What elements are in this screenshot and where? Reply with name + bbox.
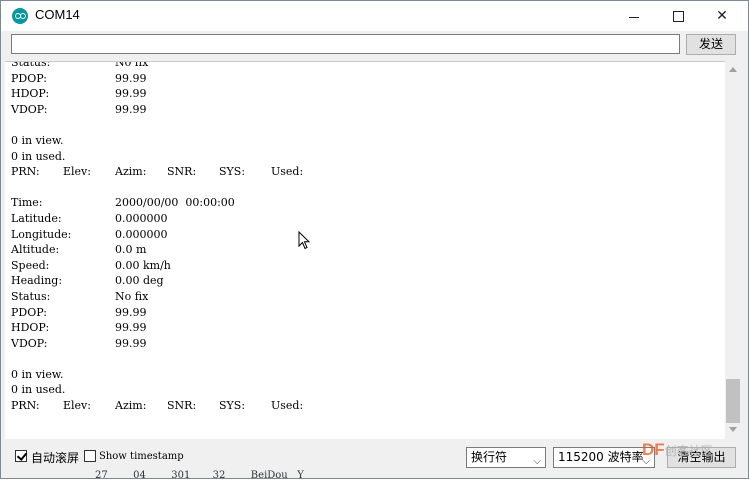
output-line: Time: 2000/00/00 00:00:00 xyxy=(11,196,711,212)
timestamp-label[interactable]: Show timestamp xyxy=(99,451,184,462)
output-line: Altitude: 0.0 m xyxy=(11,243,711,259)
field-value: 0.00 deg xyxy=(115,274,164,288)
satellite-header-cell: Azim: xyxy=(115,399,147,413)
output-line: VDOP: 99.99 xyxy=(11,337,711,353)
output-line: Speed: 0.00 km/h xyxy=(11,259,711,275)
satellite-header-cell: Elev: xyxy=(63,165,91,179)
output-line: Status: No fix xyxy=(11,290,711,306)
satellite-header-cell: SYS: xyxy=(219,399,246,413)
output-line: Heading: 0.00 deg xyxy=(11,274,711,290)
field-label: Heading: xyxy=(11,274,63,288)
field-label: Status: xyxy=(11,289,51,303)
field-label: HDOP: xyxy=(11,87,50,101)
dfrobot-watermark: DF创客社区 xyxy=(642,440,713,460)
field-label: Status: xyxy=(11,61,51,69)
watermark-brand: DF xyxy=(642,440,665,459)
field-value: No fix xyxy=(115,289,149,303)
field-label: Altitude: xyxy=(11,243,60,257)
output-lines: Status: No fix PDOP: 99.99 HDOP: 99.99 VDOP: 99… xyxy=(11,61,711,415)
satellite-header-cell: SNR: xyxy=(167,165,197,179)
output-line: HDOP: 99.99 xyxy=(11,87,711,103)
minimize-icon xyxy=(629,16,639,18)
satellite-header-cell: Azim: xyxy=(115,165,147,179)
line-ending-value: 换行符 xyxy=(471,450,508,464)
maximize-button[interactable] xyxy=(655,1,701,31)
field-label: 0 in view. xyxy=(11,133,64,147)
field-label: HDOP: xyxy=(11,321,50,335)
satellite-header-cell: SYS: xyxy=(219,165,246,179)
chevron-down-icon: ⌵ xyxy=(533,456,541,467)
line-ending-select[interactable]: 换行符 ⌵ xyxy=(466,447,546,468)
field-value: 0.0 m xyxy=(115,243,147,257)
field-label: Speed: xyxy=(11,258,50,272)
scroll-down-icon[interactable] xyxy=(729,427,737,432)
title-bar[interactable]: COM14 ✕ xyxy=(1,1,748,31)
serial-monitor-window: COM14 ✕ 发送 Status: No fix PDOP: 99.99 HDOP: 9… xyxy=(0,0,749,479)
field-value: 2000/00/00 00:00:00 xyxy=(115,196,235,210)
field-label: PDOP: xyxy=(11,305,47,319)
field-label: Time: xyxy=(11,196,43,210)
output-line: 0 in used. xyxy=(11,150,711,166)
field-value: 99.99 xyxy=(115,336,147,350)
output-line: Latitude: 0.000000 xyxy=(11,212,711,228)
autoscroll-checkbox[interactable] xyxy=(15,450,27,462)
satellite-header-cell: Used: xyxy=(271,399,304,413)
field-label: VDOP: xyxy=(11,336,48,350)
field-label: Latitude: xyxy=(11,211,62,225)
output-line: PRN: Elev: Azim: SNR: SYS: Used: xyxy=(11,165,711,181)
field-value: 99.99 xyxy=(115,305,147,319)
minimize-button[interactable] xyxy=(611,1,657,31)
field-label: 0 in used. xyxy=(11,149,66,163)
close-button[interactable]: ✕ xyxy=(699,1,745,31)
window-title: COM14 xyxy=(35,7,80,22)
watermark-text: 创客社区 xyxy=(664,444,713,458)
timestamp-checkbox[interactable] xyxy=(84,450,96,462)
field-label: Longitude: xyxy=(11,227,72,241)
field-label: VDOP: xyxy=(11,102,48,116)
scrollbar-thumb[interactable] xyxy=(726,379,740,423)
output-line: 0 in view. xyxy=(11,134,711,150)
field-label: 0 in view. xyxy=(11,367,64,381)
field-value: 99.99 xyxy=(115,87,147,101)
arduino-icon xyxy=(12,8,28,24)
satellite-header-cell: SNR: xyxy=(167,399,197,413)
field-label: 0 in used. xyxy=(11,383,66,397)
vertical-scrollbar[interactable] xyxy=(725,61,742,438)
field-value: 0.000000 xyxy=(115,211,168,225)
output-line: Status: No fix xyxy=(11,61,711,72)
satellite-header-cell: PRN: xyxy=(11,165,40,179)
output-line: PRN: Elev: Azim: SNR: SYS: Used: xyxy=(11,399,711,415)
background-window-text: 27 04 301 32 BeiDou Y xyxy=(95,470,304,481)
baud-rate-select[interactable]: 115200 波特率 ⌵ xyxy=(553,447,655,468)
serial-output[interactable]: Status: No fix PDOP: 99.99 HDOP: 99.99 VDOP: 99… xyxy=(5,61,725,439)
baud-rate-value: 115200 波特率 xyxy=(558,450,644,464)
output-line: 0 in used. xyxy=(11,383,711,399)
send-button[interactable]: 发送 xyxy=(686,34,736,55)
autoscroll-label[interactable]: 自动滚屏 xyxy=(31,449,79,466)
satellite-header-cell: Elev: xyxy=(63,399,91,413)
field-value: 99.99 xyxy=(115,71,147,85)
field-value: No fix xyxy=(115,61,149,69)
output-line: Longitude: 0.000000 xyxy=(11,228,711,244)
maximize-icon xyxy=(672,10,684,22)
satellite-header-cell: PRN: xyxy=(11,399,40,413)
send-input[interactable] xyxy=(11,34,680,54)
satellite-header-cell: Used: xyxy=(271,165,304,179)
field-value: 99.99 xyxy=(115,102,147,116)
output-line: 0 in view. xyxy=(11,368,711,384)
output-line: PDOP: 99.99 xyxy=(11,72,711,88)
field-label: PDOP: xyxy=(11,71,47,85)
output-line: HDOP: 99.99 xyxy=(11,321,711,337)
scroll-up-icon[interactable] xyxy=(729,67,737,72)
output-line: VDOP: 99.99 xyxy=(11,103,711,119)
output-line: PDOP: 99.99 xyxy=(11,306,711,322)
close-icon: ✕ xyxy=(716,8,728,24)
field-value: 0.00 km/h xyxy=(115,258,171,272)
field-value: 99.99 xyxy=(115,321,147,335)
field-value: 0.000000 xyxy=(115,227,168,241)
